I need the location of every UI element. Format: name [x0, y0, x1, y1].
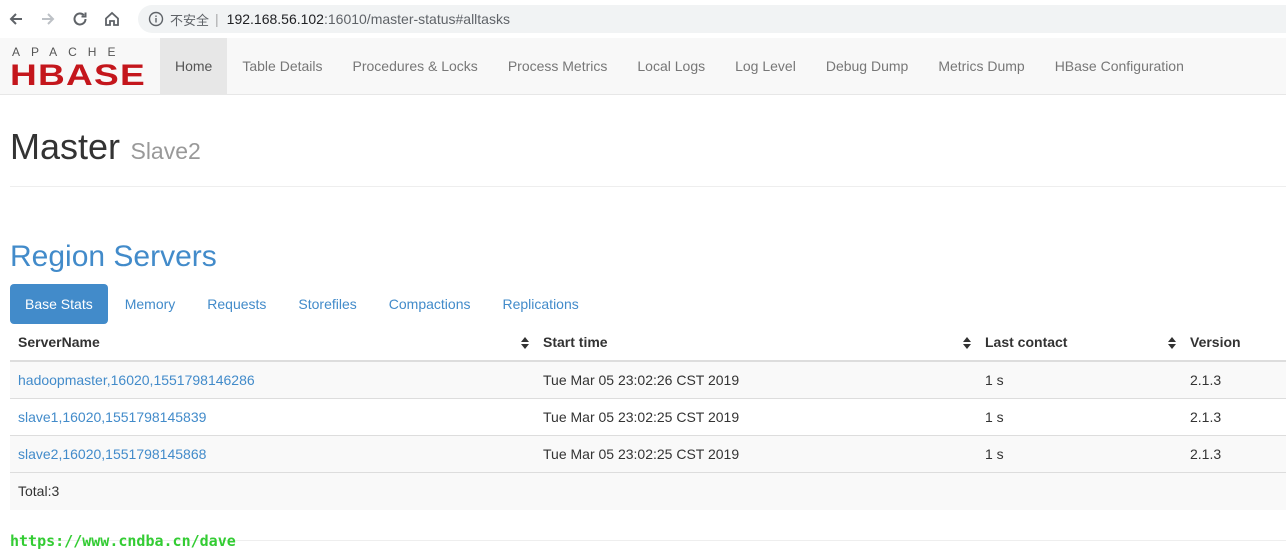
- empty-cell: [977, 471, 1182, 510]
- last-contact-cell: 1 s: [977, 360, 1182, 398]
- tab-requests[interactable]: Requests: [192, 284, 281, 324]
- nav-procedures-locks[interactable]: Procedures & Locks: [338, 38, 493, 94]
- page-title: Master: [10, 126, 121, 167]
- column-label: Version: [1190, 334, 1241, 350]
- table-total-row: Total:3: [10, 471, 1286, 510]
- back-button[interactable]: [0, 0, 32, 38]
- table-row: hadoopmaster,16020,1551798146286 Tue Mar…: [10, 360, 1286, 398]
- server-link[interactable]: hadoopmaster,16020,1551798146286: [18, 372, 255, 388]
- last-contact-cell: 1 s: [977, 434, 1182, 472]
- table-row: slave1,16020,1551798145839 Tue Mar 05 23…: [10, 397, 1286, 435]
- last-contact-cell: 1 s: [977, 397, 1182, 435]
- start-time-cell: Tue Mar 05 23:02:25 CST 2019: [535, 397, 977, 435]
- url-path: :16010/master-status#alltasks: [323, 11, 510, 27]
- version-cell: 2.1.3: [1182, 397, 1286, 435]
- empty-cell: [535, 471, 977, 510]
- total-cell: Total:3: [10, 471, 535, 510]
- start-time-cell: Tue Mar 05 23:02:25 CST 2019: [535, 434, 977, 472]
- start-time-cell: Tue Mar 05 23:02:26 CST 2019: [535, 360, 977, 398]
- version-cell: 2.1.3: [1182, 434, 1286, 472]
- omnibox-divider: |: [215, 11, 219, 27]
- column-label: Last contact: [985, 334, 1068, 350]
- region-servers-table: ServerName Start time Last contact Versi…: [10, 324, 1286, 510]
- browser-toolbar: 不安全 | 192.168.56.102:16010/master-status…: [0, 0, 1286, 38]
- arrow-left-icon: [9, 13, 22, 25]
- insecure-label: 不安全: [170, 12, 210, 28]
- nav-metrics-dump[interactable]: Metrics Dump: [923, 38, 1039, 94]
- page-header: Master Slave2: [10, 126, 1286, 187]
- nav-log-level[interactable]: Log Level: [720, 38, 811, 94]
- column-label: ServerName: [18, 334, 100, 350]
- home-icon: [105, 11, 119, 26]
- column-label: Start time: [543, 334, 608, 350]
- sort-icon[interactable]: [521, 337, 529, 349]
- reload-icon: [73, 12, 87, 26]
- reload-button[interactable]: [64, 0, 96, 38]
- column-header-servername[interactable]: ServerName: [10, 324, 535, 362]
- sort-icon[interactable]: [963, 337, 971, 349]
- svg-text:APACHE: APACHE: [12, 45, 126, 59]
- hbase-logo[interactable]: APACHE HBASE: [10, 45, 148, 87]
- hbase-navbar: APACHE HBASE Home Table Details Procedur…: [0, 38, 1286, 95]
- nav-process-metrics[interactable]: Process Metrics: [493, 38, 623, 94]
- arrow-right-icon: [42, 13, 55, 25]
- region-servers-tabs: Base Stats Memory Requests Storefiles Co…: [10, 284, 596, 324]
- tab-replications[interactable]: Replications: [487, 284, 593, 324]
- nav-local-logs[interactable]: Local Logs: [622, 38, 720, 94]
- nav-hbase-configuration[interactable]: HBase Configuration: [1040, 38, 1199, 94]
- watermark: https://www.cndba.cn/dave: [10, 532, 236, 550]
- version-cell: 2.1.3: [1182, 360, 1286, 398]
- tab-compactions[interactable]: Compactions: [374, 284, 486, 324]
- column-header-start-time[interactable]: Start time: [535, 324, 977, 362]
- column-header-last-contact[interactable]: Last contact: [977, 324, 1182, 362]
- nav-debug-dump[interactable]: Debug Dump: [811, 38, 924, 94]
- page-subtitle: Slave2: [130, 138, 201, 164]
- info-icon[interactable]: [148, 11, 164, 27]
- empty-cell: [1182, 471, 1286, 510]
- sort-icon[interactable]: [1168, 337, 1176, 349]
- address-bar[interactable]: 不安全 | 192.168.56.102:16010/master-status…: [138, 5, 1286, 33]
- home-button[interactable]: [96, 0, 128, 38]
- nav-home[interactable]: Home: [160, 38, 228, 94]
- server-link[interactable]: slave2,16020,1551798145868: [18, 446, 206, 462]
- tab-storefiles[interactable]: Storefiles: [283, 284, 371, 324]
- table-row: slave2,16020,1551798145868 Tue Mar 05 23…: [10, 434, 1286, 472]
- tab-base-stats[interactable]: Base Stats: [10, 284, 108, 324]
- url-host: 192.168.56.102: [226, 11, 324, 27]
- tab-memory[interactable]: Memory: [110, 284, 191, 324]
- svg-text:HBASE: HBASE: [10, 59, 146, 87]
- region-servers-title: Region Servers: [10, 240, 217, 273]
- server-link[interactable]: slave1,16020,1551798145839: [18, 409, 206, 425]
- forward-button[interactable]: [32, 0, 64, 38]
- nav-table-details[interactable]: Table Details: [227, 38, 337, 94]
- table-header-row: ServerName Start time Last contact Versi…: [10, 324, 1286, 362]
- column-header-version[interactable]: Version: [1182, 324, 1286, 362]
- main-nav: Home Table Details Procedures & Locks Pr…: [160, 38, 1199, 94]
